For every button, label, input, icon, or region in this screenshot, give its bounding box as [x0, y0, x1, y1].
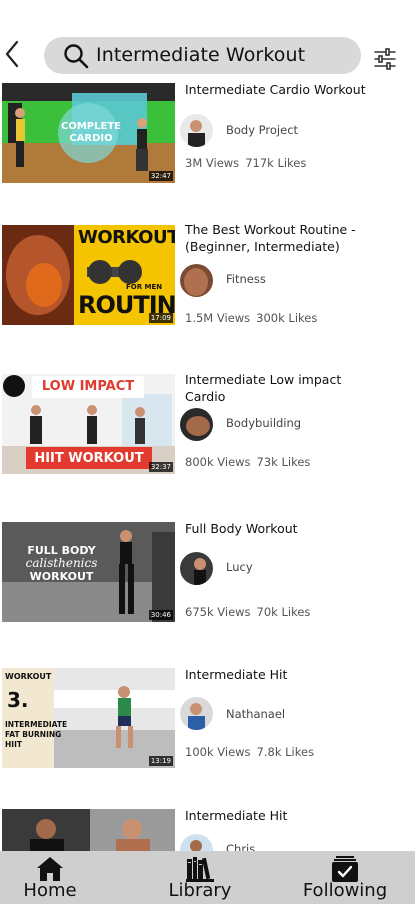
like-count: 70k Likes: [256, 605, 311, 619]
video-title[interactable]: Intermediate Hit: [185, 666, 385, 683]
video-title[interactable]: The Best Workout Routine - (Beginner, In…: [185, 221, 385, 255]
video-duration: 13:19: [148, 756, 173, 766]
channel-avatar[interactable]: [180, 408, 213, 441]
channel-avatar[interactable]: [180, 114, 213, 147]
view-count: 100k Views: [185, 745, 251, 759]
books-icon: [186, 857, 214, 882]
nav-library[interactable]: Library: [155, 851, 245, 904]
channel-name[interactable]: Bodybuilding: [226, 416, 301, 430]
nav-following-label: Following: [302, 880, 388, 901]
video-title[interactable]: Intermediate Hit: [185, 807, 385, 824]
like-count: 717k Likes: [245, 156, 307, 170]
thumbnail-text: FOR MEN: [126, 283, 163, 291]
video-item[interactable]: LOW IMPACT HIIT WORKOUT 32:37 Intermedia…: [0, 371, 415, 483]
back-button[interactable]: [2, 38, 24, 70]
video-thumbnail[interactable]: COMPLETE CARDIO 32:47: [2, 83, 175, 183]
search-icon: [64, 44, 89, 69]
channel-avatar[interactable]: [180, 697, 213, 730]
channel-name[interactable]: Nathanael: [226, 707, 285, 721]
sliders-icon: [374, 48, 396, 70]
video-stats: 675k Views 70k Likes: [185, 605, 310, 619]
video-duration: 30:46: [148, 610, 173, 620]
like-count: 73k Likes: [256, 455, 311, 469]
video-title[interactable]: Full Body Workout: [185, 520, 385, 537]
thumbnail-text: COMPLETE CARDIO: [61, 121, 121, 144]
thumbnail-text: WORKOUT: [5, 672, 52, 681]
following-check-icon: [332, 856, 358, 882]
thumbnail-text: INTERMEDIATE FAT BURNING HIIT: [5, 720, 68, 749]
video-thumbnail[interactable]: LOW IMPACT HIIT WORKOUT 32:37: [2, 374, 175, 474]
video-thumbnail[interactable]: FULL BODY calisthenics WORKOUT 30:46: [2, 522, 175, 622]
like-count: 7.8k Likes: [256, 745, 315, 759]
video-title[interactable]: Intermediate Cardio Workout: [185, 81, 385, 98]
video-duration: 32:47: [148, 171, 173, 181]
thumbnail-text: FULL BODY calisthenics WORKOUT: [25, 544, 98, 583]
channel-name[interactable]: Body Project: [226, 123, 298, 137]
video-item[interactable]: WORKOUT FOR MEN ROUTINE 17:09 The Best W…: [0, 221, 415, 334]
video-stats: 3M Views 717k Likes: [185, 156, 306, 170]
channel-name[interactable]: Lucy: [226, 560, 253, 574]
nav-home[interactable]: Home: [10, 851, 90, 904]
nav-following[interactable]: Following: [295, 851, 395, 904]
channel-name[interactable]: Fitness: [226, 272, 266, 286]
video-item[interactable]: COMPLETE CARDIO 32:47 Intermediate Cardio…: [0, 80, 415, 190]
thumbnail-text: WORKOUT: [78, 227, 175, 248]
nav-library-label: Library: [168, 880, 232, 901]
video-thumbnail[interactable]: WORKOUT 3. INTERMEDIATE FAT BURNING HIIT 1…: [2, 668, 175, 768]
home-icon: [37, 857, 63, 881]
view-count: 800k Views: [185, 455, 251, 469]
view-count: 675k Views: [185, 605, 251, 619]
filter-button[interactable]: [372, 46, 398, 72]
channel-avatar[interactable]: [180, 264, 213, 297]
video-item[interactable]: WORKOUT 3. INTERMEDIATE FAT BURNING HIIT 1…: [0, 665, 415, 775]
thumbnail-text: 3.: [7, 688, 29, 712]
channel-avatar[interactable]: [180, 552, 213, 585]
video-stats: 800k Views 73k Likes: [185, 455, 310, 469]
thumbnail-text: HIIT WORKOUT: [34, 451, 144, 466]
bottom-navigation: Home Library Following: [0, 851, 415, 904]
video-stats: 1.5M Views 300k Likes: [185, 311, 317, 325]
thumbnail-text: LOW IMPACT: [41, 379, 135, 394]
top-bar: Intermediate Workout: [0, 0, 415, 80]
video-item[interactable]: FULL BODY calisthenics WORKOUT 30:46 Ful…: [0, 518, 415, 628]
video-thumbnail[interactable]: WORKOUT FOR MEN ROUTINE 17:09: [2, 225, 175, 325]
search-input[interactable]: Intermediate Workout: [96, 44, 305, 66]
video-stats: 100k Views 7.8k Likes: [185, 745, 314, 759]
search-bar[interactable]: Intermediate Workout: [44, 37, 361, 74]
video-title[interactable]: Intermediate Low impact Cardio: [185, 371, 385, 405]
video-duration: 32:37: [148, 462, 173, 472]
view-count: 3M Views: [185, 156, 240, 170]
video-duration: 17:09: [148, 313, 173, 323]
chevron-left-icon: [5, 40, 19, 68]
like-count: 300k Likes: [256, 311, 318, 325]
nav-home-label: Home: [23, 880, 77, 901]
view-count: 1.5M Views: [185, 311, 251, 325]
